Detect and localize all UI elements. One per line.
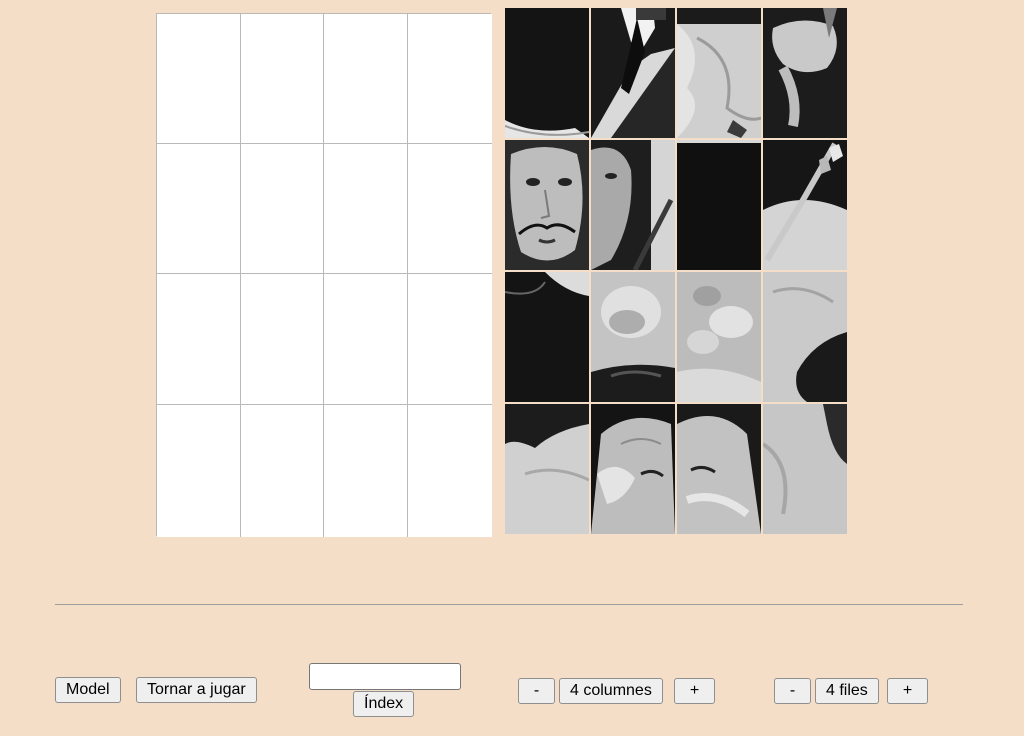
puzzle-piece[interactable] [677, 404, 761, 534]
board-slot[interactable] [408, 405, 492, 537]
puzzle-piece[interactable] [505, 404, 589, 534]
model-button[interactable]: Model [55, 677, 121, 703]
board-slot[interactable] [324, 144, 408, 274]
puzzle-piece[interactable] [677, 272, 761, 402]
puzzle-piece[interactable] [591, 272, 675, 402]
board-slot[interactable] [241, 405, 324, 537]
rows-increase-button[interactable]: + [887, 678, 928, 704]
puzzle-piece[interactable] [505, 272, 589, 402]
puzzle-piece[interactable] [505, 140, 589, 270]
puzzle-piece[interactable] [763, 404, 847, 534]
board-slot[interactable] [241, 14, 324, 144]
board-slot[interactable] [241, 274, 324, 405]
board-slot[interactable] [324, 405, 408, 537]
puzzle-piece[interactable] [677, 8, 761, 138]
board-slot[interactable] [157, 405, 241, 537]
puzzle-piece[interactable] [591, 140, 675, 270]
board-slot[interactable] [241, 144, 324, 274]
puzzle-pieces-tray [505, 8, 847, 537]
rows-count: 4 files [815, 678, 879, 704]
board-slot[interactable] [408, 274, 492, 405]
puzzle-piece[interactable] [505, 8, 589, 138]
rows-decrease-button[interactable]: - [774, 678, 811, 704]
board-slot[interactable] [408, 14, 492, 144]
puzzle-stage: Model Tornar a jugar Índex - 4 columnes … [0, 0, 1024, 736]
board-slot[interactable] [324, 274, 408, 405]
board-slot[interactable] [157, 14, 241, 144]
puzzle-piece[interactable] [763, 272, 847, 402]
puzzle-board[interactable] [156, 13, 492, 537]
index-input[interactable] [309, 663, 461, 690]
puzzle-piece[interactable] [591, 8, 675, 138]
index-button[interactable]: Índex [353, 691, 415, 717]
columns-decrease-button[interactable]: - [518, 678, 555, 704]
puzzle-piece[interactable] [763, 8, 847, 138]
replay-button[interactable]: Tornar a jugar [136, 677, 257, 703]
puzzle-piece[interactable] [591, 404, 675, 534]
puzzle-piece[interactable] [677, 140, 761, 270]
board-slot[interactable] [157, 144, 241, 274]
board-slot[interactable] [157, 274, 241, 405]
columns-count: 4 columnes [559, 678, 663, 704]
board-slot[interactable] [324, 14, 408, 144]
board-slot[interactable] [408, 144, 492, 274]
columns-increase-button[interactable]: + [674, 678, 715, 704]
puzzle-piece[interactable] [763, 140, 847, 270]
separator-line [55, 604, 963, 605]
